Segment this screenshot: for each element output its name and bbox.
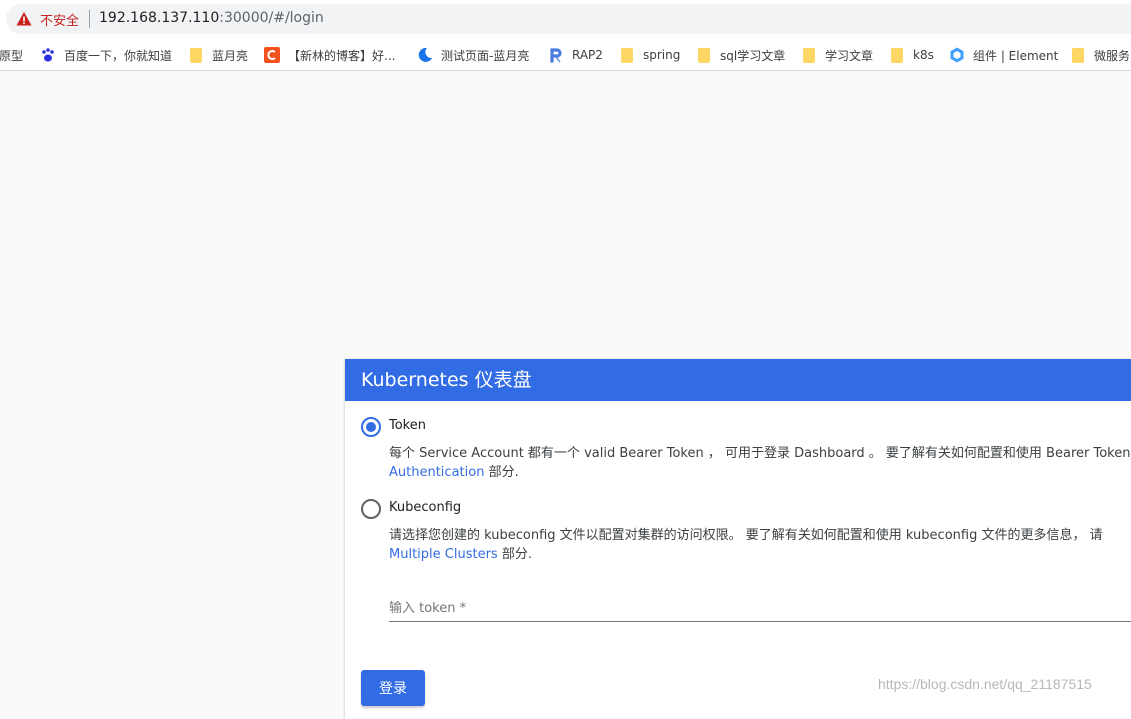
bookmark-label: 原型 — [0, 48, 24, 63]
bookmark-label: k8s — [913, 48, 934, 62]
bookmark-label: spring — [643, 48, 681, 62]
bookmark-element[interactable]: 组件 | Element — [949, 46, 1058, 64]
url-host: 192.168.137.110 — [99, 10, 220, 26]
multiple-clusters-link[interactable]: Multiple Clusters — [389, 547, 498, 562]
kubeconfig-description-tail: 部分. — [497, 547, 532, 562]
bookmark-test-page[interactable]: 测试页面-蓝月亮 — [417, 46, 529, 64]
bookmark-label: sql学习文章 — [720, 48, 786, 63]
bookmark-csdn-blog[interactable]: 【新林的博客】好... — [264, 46, 395, 64]
address-separator — [89, 10, 90, 28]
folder-icon — [891, 47, 903, 63]
bookmark-sql-articles[interactable]: sql学习文章 — [696, 46, 785, 64]
bookmark-label: 微服务 — [1094, 48, 1131, 63]
not-secure-label[interactable]: 不安全 — [40, 10, 79, 29]
baidu-paw-icon — [42, 48, 54, 62]
watermark-text: https://blog.csdn.net/qq_21187515 — [878, 676, 1092, 692]
login-button[interactable]: 登录 — [361, 670, 425, 706]
token-description: 每个 Service Account 都有一个 valid Bearer Tok… — [389, 444, 1130, 482]
authentication-link[interactable]: Authentication — [389, 465, 484, 480]
folder-icon — [621, 47, 633, 63]
bookmark-label: 【新林的博客】好... — [288, 48, 396, 63]
address-bar: 不安全 192.168.137.110:30000/#/login — [0, 0, 1131, 40]
token-description-tail: 部分. — [484, 465, 519, 480]
url-text[interactable]: 192.168.137.110:30000/#/login — [99, 10, 324, 26]
token-description-line2: Authentication 部分. — [389, 463, 1130, 482]
token-input-placeholder: 输入 token * — [389, 601, 467, 616]
bookmark-prototype[interactable]: 原型 — [0, 46, 23, 64]
bookmark-k8s[interactable]: k8s — [889, 46, 934, 64]
card-title: Kubernetes 仪表盘 — [345, 359, 1131, 401]
url-path: :30000/#/login — [219, 10, 324, 26]
rap2-icon — [550, 48, 562, 63]
bookmark-baidu[interactable]: 百度一下，你就知道 — [40, 46, 172, 64]
csdn-icon — [264, 47, 280, 63]
bookmark-study-articles[interactable]: 学习文章 — [801, 46, 873, 64]
token-description-line: 每个 Service Account 都有一个 valid Bearer Tok… — [389, 446, 1131, 461]
bookmark-label: 测试页面-蓝月亮 — [441, 48, 530, 63]
bookmark-label: 组件 | Element — [973, 48, 1059, 63]
kubeconfig-description: 请选择您创建的 kubeconfig 文件以配置对集群的访问权限。 要了解有关如… — [389, 526, 1103, 564]
folder-icon — [698, 47, 710, 63]
bookmark-lanyueliang[interactable]: 蓝月亮 — [188, 46, 248, 64]
bookmark-label: 百度一下，你就知道 — [64, 48, 173, 63]
folder-icon — [1072, 47, 1084, 63]
token-option-label[interactable]: Token — [389, 418, 426, 433]
token-radio[interactable] — [361, 417, 381, 437]
kubeconfig-option-label[interactable]: Kubeconfig — [389, 500, 461, 515]
bookmark-microservices[interactable]: 微服务 — [1070, 46, 1130, 64]
kubeconfig-description-line: 请选择您创建的 kubeconfig 文件以配置对集群的访问权限。 要了解有关如… — [389, 528, 1103, 543]
kubeconfig-radio[interactable] — [361, 499, 381, 519]
kubeconfig-description-line2: Multiple Clusters 部分. — [389, 545, 1103, 564]
login-card: Kubernetes 仪表盘 Token 每个 Service Account … — [345, 359, 1131, 719]
folder-icon — [190, 47, 202, 63]
token-input[interactable]: 输入 token * — [389, 595, 1131, 622]
folder-icon — [803, 47, 815, 63]
bookmark-label: RAP2 — [572, 48, 603, 62]
element-icon — [950, 47, 964, 63]
bookmark-label: 学习文章 — [825, 48, 874, 63]
bookmark-label: 蓝月亮 — [212, 48, 249, 63]
moon-icon — [418, 47, 432, 62]
warning-triangle-icon[interactable] — [16, 11, 32, 27]
bookmarks-bar: 原型 百度一下，你就知道 蓝月亮 【新林的博客】好... 测试页面-蓝月亮 RA… — [0, 39, 1131, 71]
bookmark-spring[interactable]: spring — [619, 46, 680, 64]
bookmark-rap2[interactable]: RAP2 — [548, 46, 603, 64]
